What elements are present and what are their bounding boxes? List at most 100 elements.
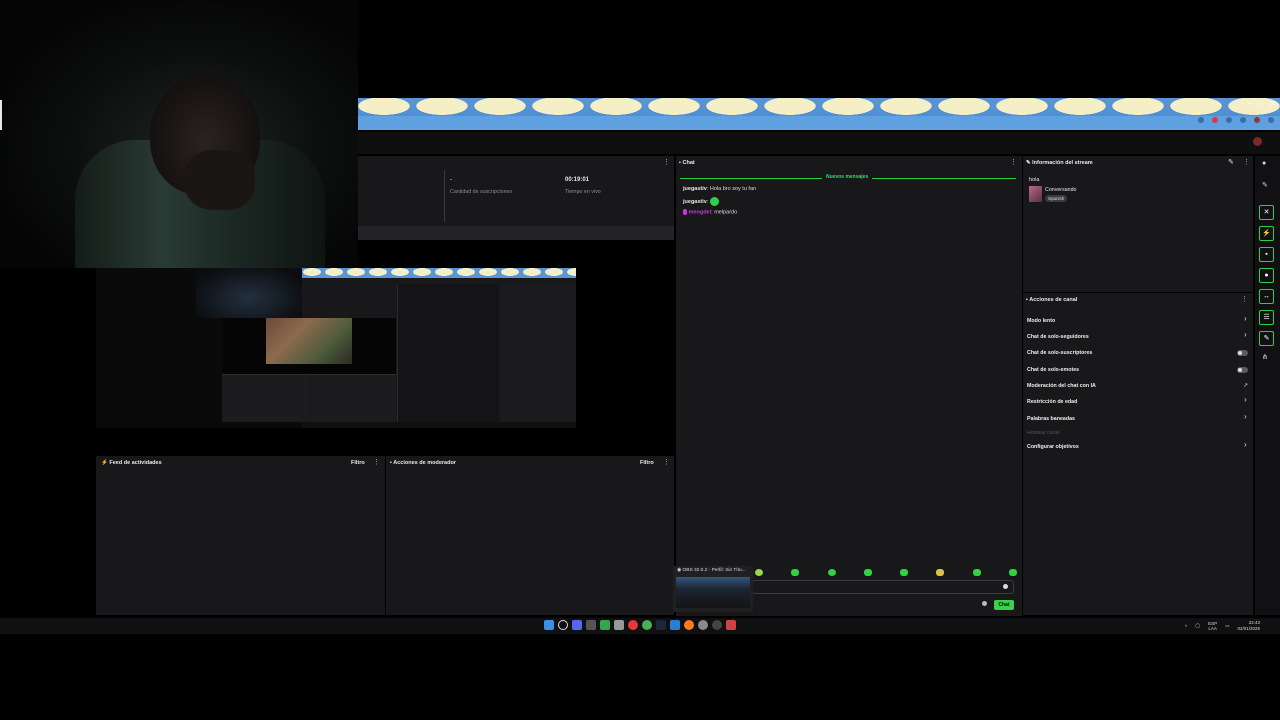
emote-icon[interactable]: [791, 568, 800, 576]
record-icon[interactable]: [628, 620, 638, 630]
subs-value: -: [450, 177, 452, 183]
live-time-value: 00:19:01: [565, 177, 590, 183]
chevron-right-icon[interactable]: ›: [1244, 314, 1247, 323]
slow-mode-action[interactable]: Modo lento: [1027, 318, 1055, 324]
app-icon[interactable]: [586, 620, 596, 630]
chat-message-text: Hola bro soy tu fan: [709, 186, 757, 192]
chat-username[interactable]: juegastiv: [683, 199, 707, 205]
external-link-icon[interactable]: ↗: [1243, 382, 1248, 389]
chat-message: juegastiv: Hola bro soy tu fan: [683, 186, 757, 192]
emote-icon[interactable]: [900, 568, 909, 576]
app-icon[interactable]: [698, 620, 708, 630]
chat-message: mengdel: melpardo: [683, 209, 737, 215]
chrome-icon[interactable]: [642, 620, 652, 630]
chat-menu-icon[interactable]: ⋮: [1010, 158, 1017, 166]
obs-icon[interactable]: [712, 620, 722, 630]
pencil-icon[interactable]: ✎: [1262, 181, 1268, 189]
chat-send-button[interactable]: Chat: [994, 600, 1014, 610]
profile-avatar-icon[interactable]: [1254, 117, 1260, 123]
users-icon[interactable]: ☰: [1259, 310, 1274, 325]
chat-username[interactable]: mengdel: [689, 209, 712, 215]
mod-actions-filter-button[interactable]: Filtro: [640, 460, 654, 466]
emotes-only-action[interactable]: Chat de solo-emotes: [1027, 367, 1079, 373]
extension-icon[interactable]: [1240, 117, 1246, 123]
emote-icon[interactable]: [755, 568, 763, 576]
search-icon[interactable]: [558, 620, 568, 630]
close-icon[interactable]: ✕: [1269, 99, 1276, 108]
channel-actions-title-text: Acciones de canal: [1029, 297, 1078, 303]
language-tag[interactable]: Spanish: [1045, 195, 1068, 202]
emote-icon: [709, 197, 719, 206]
subscribers-only-action[interactable]: Chat de solo-suscriptores: [1027, 350, 1092, 356]
chevron-right-icon[interactable]: ›: [1244, 395, 1247, 404]
age-restriction-action[interactable]: Restricción de edad: [1027, 399, 1077, 405]
chat-panel: ▪ Chat ⋮: [676, 156, 1022, 616]
stats-menu-icon[interactable]: ⋮: [663, 158, 670, 166]
category-thumbnail: [1029, 186, 1042, 202]
chevron-right-icon[interactable]: ›: [1244, 330, 1247, 339]
spreadsheet-icon[interactable]: [600, 620, 610, 630]
cloud-icon[interactable]: ◯: [1195, 623, 1200, 629]
extension-icon[interactable]: [1212, 117, 1218, 123]
browser-address-bar[interactable]: [358, 116, 1280, 130]
firefox-icon[interactable]: [684, 620, 694, 630]
browser-window-top: – □ ✕: [358, 98, 1280, 132]
followers-only-action[interactable]: Chat de solo-seguidores: [1027, 334, 1089, 340]
extension-icon[interactable]: [1198, 117, 1204, 123]
file-explorer-icon[interactable]: [614, 620, 624, 630]
avatar[interactable]: [1253, 137, 1262, 146]
ai-moderation-action[interactable]: Moderación del chat con IA: [1027, 383, 1096, 389]
activity-feed-menu-icon[interactable]: ⋮: [373, 458, 380, 466]
window-controls: – □ ✕: [1248, 99, 1276, 108]
mod-actions-menu-icon[interactable]: ⋮: [663, 458, 670, 466]
maximize-icon[interactable]: □: [1258, 99, 1263, 108]
widget-button-icon[interactable]: ✕: [1259, 205, 1274, 220]
chat-username[interactable]: juegastiv: [683, 186, 707, 192]
banned-words-action[interactable]: Palabras baneadas: [1027, 416, 1075, 422]
emote-icon[interactable]: [972, 568, 981, 576]
gear-icon[interactable]: [982, 601, 987, 606]
app-icon[interactable]: [726, 620, 736, 630]
chat-input[interactable]: [752, 580, 1014, 594]
minimize-icon[interactable]: –: [1248, 99, 1252, 108]
menu-icon[interactable]: [1268, 117, 1274, 123]
share-icon[interactable]: ⋔: [1262, 353, 1268, 361]
discord-icon[interactable]: [572, 620, 582, 630]
chat-bubble-icon[interactable]: ●: [1259, 268, 1274, 283]
stream-info-menu-icon[interactable]: ⋮: [1243, 158, 1250, 166]
edit-icon[interactable]: ✎: [1228, 158, 1234, 166]
obs-window-thumbnail[interactable]: [676, 577, 750, 608]
clock[interactable]: 22:43 02/01/2026: [1237, 620, 1260, 632]
goals-action[interactable]: Configurar objetivos: [1027, 444, 1079, 450]
stream-info-panel: ✎ Información del stream ✎ ⋮: [1023, 156, 1253, 292]
channel-actions-menu-icon[interactable]: ⋮: [1241, 295, 1248, 303]
chevron-right-icon[interactable]: ›: [1244, 412, 1247, 421]
new-messages-label[interactable]: Nuevos mensajes: [822, 174, 873, 180]
status-icon[interactable]: ●: [1262, 160, 1266, 167]
network-icon[interactable]: ▭: [1225, 623, 1229, 629]
wrench-icon[interactable]: ✎: [1259, 331, 1274, 346]
extension-icon[interactable]: [1226, 117, 1232, 123]
lightning-icon[interactable]: ⚡: [1259, 226, 1274, 241]
activity-feed-filter-button[interactable]: Filtro: [351, 460, 365, 466]
start-icon[interactable]: [544, 620, 554, 630]
emote-picker-icon[interactable]: [1003, 584, 1008, 589]
subscribers-only-toggle[interactable]: [1237, 350, 1248, 356]
list-icon[interactable]: ▪: [1259, 247, 1274, 262]
emote-icon[interactable]: [863, 568, 872, 576]
mod-actions-title: ▪ Acciones de moderador: [390, 460, 456, 466]
emote-icon[interactable]: [936, 568, 945, 576]
subs-label: Cantidad de suscripciones: [450, 189, 513, 195]
browser-toolbar-icons: [1198, 117, 1274, 123]
chevron-up-icon[interactable]: ^: [1185, 624, 1187, 629]
steam-icon[interactable]: [656, 620, 666, 630]
emote-bar: [755, 568, 1017, 576]
stream-category[interactable]: Conversando: [1045, 187, 1077, 193]
browser-icon[interactable]: [670, 620, 680, 630]
input-language[interactable]: ESP LAA: [1208, 621, 1217, 631]
split-icon[interactable]: ↔: [1259, 289, 1274, 304]
emote-icon[interactable]: [1008, 568, 1017, 576]
emote-icon[interactable]: [827, 568, 836, 576]
emotes-only-toggle[interactable]: [1237, 367, 1248, 373]
chevron-right-icon[interactable]: ›: [1244, 440, 1247, 449]
